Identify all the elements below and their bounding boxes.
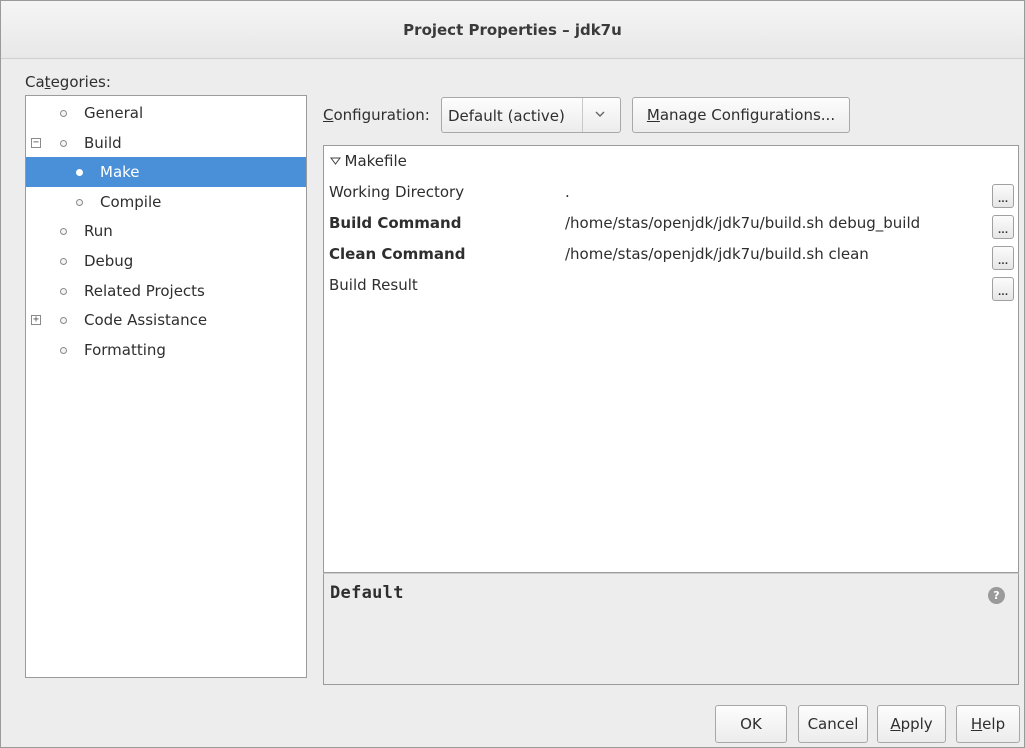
tree-node-icon [60, 317, 67, 324]
description-title: Default [330, 583, 404, 603]
configuration-label: Configuration: [323, 106, 430, 124]
categories-tree[interactable]: General − Build Make Compile Run Debug R… [25, 95, 307, 678]
property-sheet: Makefile Working Directory . ... Build C… [323, 145, 1019, 573]
tree-item-label: Compile [100, 193, 162, 211]
categories-label: Categories: [25, 73, 111, 91]
configuration-value: Default (active) [448, 107, 565, 125]
tree-item-label: Code Assistance [84, 311, 208, 329]
tree-node-icon [76, 169, 83, 176]
tree-item-label: Build [84, 134, 122, 152]
property-name: Clean Command [329, 245, 466, 263]
tree-item-code-assistance[interactable]: + Code Assistance [26, 305, 306, 335]
tree-node-icon [60, 140, 67, 147]
manage-configurations-button[interactable]: Manage Configurations... [632, 97, 850, 133]
browse-button[interactable]: ... [992, 277, 1014, 301]
tree-item-build[interactable]: − Build [26, 128, 306, 158]
browse-button[interactable]: ... [992, 184, 1014, 208]
chevron-down-icon[interactable] [594, 104, 606, 130]
project-properties-dialog: Project Properties – jdk7u Categories: G… [0, 0, 1025, 748]
apply-button[interactable]: Apply [877, 705, 946, 743]
property-value[interactable]: /home/stas/openjdk/jdk7u/build.sh clean [565, 245, 869, 263]
help-button[interactable]: Help [956, 705, 1020, 743]
tree-node-icon [60, 228, 67, 235]
collapse-icon[interactable]: − [31, 138, 41, 148]
tree-item-formatting[interactable]: Formatting [26, 335, 306, 365]
property-value[interactable]: /home/stas/openjdk/jdk7u/build.sh debug_… [565, 214, 920, 232]
tree-item-debug[interactable]: Debug [26, 246, 306, 276]
tree-item-label: Related Projects [84, 282, 205, 300]
section-makefile[interactable]: Makefile [330, 152, 407, 170]
property-value[interactable]: . [565, 183, 570, 201]
tree-item-compile[interactable]: Compile [26, 187, 306, 217]
configuration-select[interactable]: Default (active) [441, 97, 621, 133]
tree-item-run[interactable]: Run [26, 216, 306, 246]
tree-item-label: Run [84, 222, 113, 240]
tree-node-icon [60, 347, 67, 354]
tree-item-general[interactable]: General [26, 98, 306, 128]
property-name: Build Result [329, 276, 418, 294]
triangle-down-icon[interactable] [330, 156, 345, 169]
tree-item-make[interactable]: Make [26, 157, 306, 187]
tree-node-icon [60, 288, 67, 295]
tree-item-label: Make [100, 163, 140, 181]
tree-item-related-projects[interactable]: Related Projects [26, 276, 306, 306]
section-label: Makefile [344, 152, 407, 170]
cancel-button[interactable]: Cancel [798, 705, 868, 743]
dialog-title: Project Properties – jdk7u [1, 1, 1024, 59]
property-row-build-command[interactable]: Build Command /home/stas/openjdk/jdk7u/b… [324, 209, 1018, 239]
property-name: Working Directory [329, 183, 465, 201]
help-icon[interactable]: ? [988, 587, 1005, 604]
tree-node-icon [76, 199, 83, 206]
tree-node-icon [60, 110, 67, 117]
property-row-clean-command[interactable]: Clean Command /home/stas/openjdk/jdk7u/b… [324, 240, 1018, 270]
tree-node-icon [60, 258, 67, 265]
select-divider [582, 98, 583, 132]
tree-item-label: Debug [84, 252, 134, 270]
property-row-working-directory[interactable]: Working Directory . ... [324, 178, 1018, 208]
expand-icon[interactable]: + [31, 315, 41, 325]
tree-item-label: Formatting [84, 341, 166, 359]
tree-item-label: General [84, 104, 144, 122]
ok-button[interactable]: OK [715, 705, 787, 743]
property-name: Build Command [329, 214, 462, 232]
browse-button[interactable]: ... [992, 215, 1014, 239]
property-row-build-result[interactable]: Build Result ... [324, 271, 1018, 301]
description-panel: Default ? [323, 573, 1019, 685]
browse-button[interactable]: ... [992, 246, 1014, 270]
